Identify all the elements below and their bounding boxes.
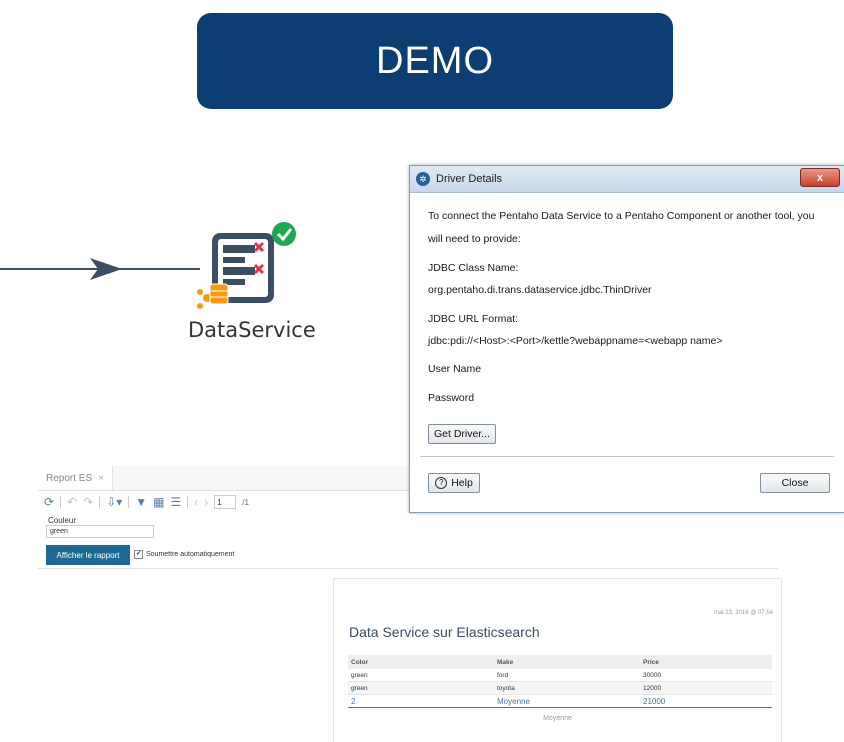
summary-label: Moyenne	[494, 694, 640, 708]
toolbar-divider	[99, 496, 101, 508]
close-button[interactable]: Close	[760, 473, 830, 493]
help-icon: ?	[435, 477, 448, 489]
report-footer: Moyenne	[543, 715, 572, 722]
divider	[38, 568, 778, 569]
report-page: mai 23, 2016 @ 07:54 Data Service sur El…	[333, 578, 782, 742]
toolbar-divider	[60, 496, 62, 508]
page-total: /1	[242, 497, 249, 507]
help-button-label: Help	[451, 477, 473, 489]
table-header-row: Color Make Price	[348, 655, 772, 669]
table-row: green toyota 12000	[348, 681, 772, 695]
prev-page-icon[interactable]: ‹	[194, 495, 198, 509]
close-icon[interactable]: ×	[98, 473, 104, 484]
class-name-value: org.pentaho.di.trans.dataservice.jdbc.Th…	[428, 284, 652, 296]
tab-report-es[interactable]: Report ES ×	[38, 466, 113, 490]
show-report-button[interactable]: Afficher le rapport	[46, 545, 130, 565]
next-page-icon[interactable]: ›	[204, 495, 208, 509]
toolbar-divider	[187, 496, 189, 508]
table-cell: 30000	[640, 669, 772, 682]
user-name-label: User Name	[428, 363, 482, 375]
parameter-label: Couleur	[48, 516, 77, 525]
report-toolbar: ⟳ ↶ ↷ ⇩▾ ▼ ▦ ☰ ‹ › 1 /1	[44, 494, 249, 510]
demo-banner: DEMO	[197, 13, 673, 109]
checkbox-icon[interactable]: ✔	[134, 550, 143, 559]
summary-count: 2	[348, 694, 494, 708]
page-number-input[interactable]: 1	[214, 495, 237, 509]
dialog-title: Driver Details	[436, 173, 503, 185]
table-cell: toyota	[494, 681, 640, 695]
intro-text-line2: will need to provide:	[428, 233, 521, 245]
url-format-label: JDBC URL Format:	[428, 313, 519, 325]
column-header: Price	[640, 655, 772, 669]
list-view-icon[interactable]: ☰	[171, 495, 182, 509]
table-cell: ford	[494, 669, 640, 682]
dialog-divider	[420, 456, 834, 457]
check-badge-icon	[272, 222, 296, 246]
couleur-input[interactable]: green	[46, 525, 154, 538]
tab-label: Report ES	[46, 472, 93, 484]
summary-row: 2 Moyenne 21000	[348, 694, 772, 708]
get-driver-button[interactable]: Get Driver...	[428, 424, 496, 444]
step-label: DataService	[188, 318, 316, 342]
filter-icon[interactable]: ▼	[135, 495, 147, 509]
export-icon[interactable]: ⇩▾	[106, 495, 122, 509]
refresh-icon[interactable]: ⟳	[44, 495, 54, 509]
table-row: green ford 30000	[348, 669, 772, 682]
column-header: Make	[494, 655, 640, 669]
password-label: Password	[428, 392, 475, 404]
report-date: mai 23, 2016 @ 07:54	[713, 610, 773, 616]
table-cell: green	[348, 669, 494, 682]
dialog-titlebar[interactable]: ✲ Driver Details	[410, 166, 844, 193]
spoon-icon: ✲	[416, 172, 430, 186]
dataservice-step-icon[interactable]	[197, 222, 296, 309]
intro-text-line1: To connect the Pentaho Data Service to a…	[428, 210, 815, 222]
toolbar-divider	[128, 496, 130, 508]
report-title: Data Service sur Elasticsearch	[349, 624, 540, 640]
summary-value: 21000	[640, 694, 772, 708]
url-format-value: jdbc:pdi://<Host>:<Port>/kettle?webappna…	[428, 335, 723, 347]
column-header: Color	[348, 655, 494, 669]
table-cell: 12000	[640, 681, 772, 695]
database-icon	[197, 283, 229, 309]
redo-icon[interactable]: ↷	[83, 495, 93, 509]
undo-icon[interactable]: ↶	[67, 495, 77, 509]
help-button[interactable]: ? Help	[428, 473, 480, 493]
table-cell: green	[348, 681, 494, 695]
report-table: Color Make Price green ford 30000 green …	[348, 655, 772, 708]
close-icon[interactable]: x	[800, 168, 840, 187]
table-icon[interactable]: ▦	[153, 495, 164, 509]
auto-submit-option[interactable]: ✔ Soumettre automatiquement	[134, 550, 234, 559]
class-name-label: JDBC Class Name:	[428, 262, 519, 274]
driver-details-dialog: ✲ Driver Details x To connect the Pentah…	[409, 165, 844, 513]
auto-submit-label: Soumettre automatiquement	[146, 551, 235, 558]
